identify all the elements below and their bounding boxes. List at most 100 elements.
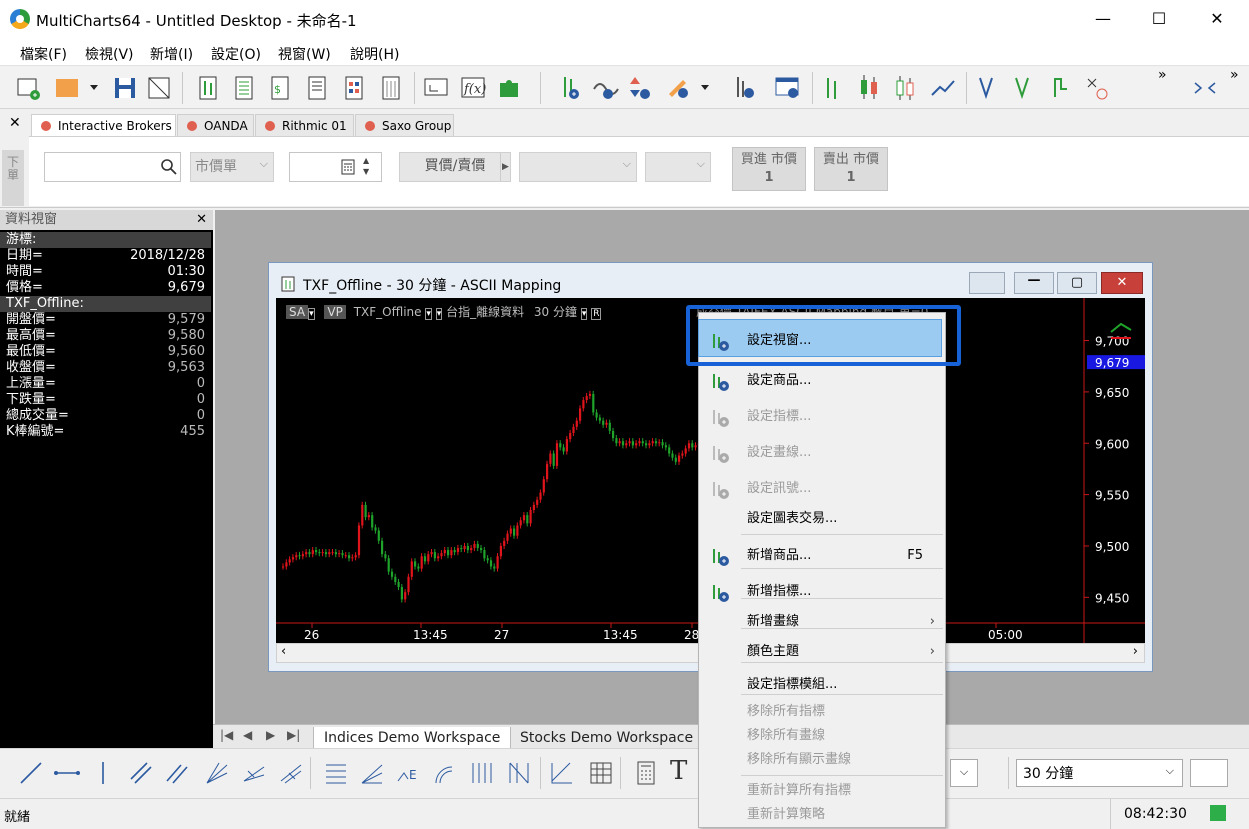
drawing-dropdown-icon[interactable] (699, 83, 711, 93)
last-tab-icon[interactable]: ▶| (287, 728, 300, 742)
candlestick-chart-type-icon[interactable] (854, 72, 884, 102)
toolbar-overflow-button-2[interactable]: » (1230, 67, 1239, 83)
menu-item[interactable]: 新增指標... (699, 577, 945, 607)
data-window-close-icon[interactable]: ✕ (196, 210, 207, 230)
menu-window[interactable]: 視窗(W) (278, 44, 331, 64)
interval-select[interactable]: 30 分鐘 ⌵ (1016, 759, 1183, 787)
chart-minimize-button[interactable]: — (1014, 272, 1054, 294)
power-language-icon[interactable]: f(x) (458, 73, 488, 103)
interval-quantity-input[interactable] (1190, 759, 1228, 787)
insert-indicator-icon[interactable] (590, 73, 620, 103)
tif-select[interactable]: ⌵ (645, 152, 711, 182)
format-window-icon[interactable] (773, 73, 803, 103)
channel-icon[interactable] (127, 759, 155, 787)
bar-chart-type-icon[interactable] (817, 73, 847, 103)
regression-channel-icon[interactable] (548, 759, 576, 787)
parallel-line-icon[interactable] (163, 759, 191, 787)
insert-signal-icon[interactable] (625, 73, 655, 103)
fib-time-zones-icon[interactable] (468, 759, 496, 787)
grid-icon[interactable] (587, 759, 615, 787)
calculator-tool-icon[interactable] (632, 759, 660, 787)
menu-item[interactable]: 設定商品... (699, 366, 945, 396)
insert-symbol-icon[interactable] (556, 73, 586, 103)
menu-item[interactable]: 設定指標... (699, 402, 945, 432)
fib-fan-icon[interactable] (358, 759, 386, 787)
menu-item[interactable]: 移除所有顯示畫線 (699, 748, 945, 772)
puzzle-extension-icon[interactable] (494, 73, 524, 103)
tab-oanda[interactable]: OANDA (177, 114, 254, 136)
order-type-select[interactable]: 市價單 ⌵ (190, 152, 274, 182)
menu-item[interactable]: 新增商品... F5 (699, 541, 945, 571)
fib-extension-icon[interactable]: E (395, 759, 423, 787)
menu-item[interactable]: 設定畫線... (699, 438, 945, 468)
menu-view[interactable]: 檢視(V) (85, 44, 134, 64)
fib-retracement-icon[interactable] (322, 759, 350, 787)
tab-interactive-brokers[interactable]: Interactive Brokers (31, 114, 176, 136)
tab-stocks-workspace[interactable]: Stocks Demo Workspace (510, 727, 703, 749)
menu-item[interactable]: 移除所有畫線 (699, 724, 945, 748)
new-workspace-icon[interactable] (52, 73, 82, 103)
tab-rithmic[interactable]: Rithmic 01 (255, 114, 354, 136)
menu-item[interactable]: 重新計算策略 (699, 803, 945, 827)
menu-item[interactable]: 移除所有指標 (699, 700, 945, 724)
search-icon[interactable] (161, 159, 177, 175)
point-figure-icon[interactable] (972, 73, 1002, 103)
menu-format[interactable]: 設定(O) (211, 44, 261, 64)
scroll-right-icon[interactable]: › (1133, 644, 1138, 659)
calculator-icon[interactable] (341, 159, 355, 175)
bid-ask-button[interactable]: 買價/賣價 ▶ (399, 152, 511, 182)
workspace-dropdown-icon[interactable] (88, 83, 100, 93)
andrews-pitchfork-icon[interactable] (277, 759, 305, 787)
first-tab-icon[interactable]: |◀ (220, 728, 233, 742)
buy-market-button[interactable]: 買進 市價 1 (732, 147, 806, 191)
sell-market-button[interactable]: 賣出 市價 1 (814, 147, 888, 191)
menu-insert[interactable]: 新增(I) (150, 44, 193, 64)
xo-chart-icon[interactable] (1082, 73, 1112, 103)
portfolio-window-icon[interactable] (339, 73, 369, 103)
menu-file[interactable]: 檔案(F) (20, 44, 67, 64)
menu-item[interactable]: 設定圖表交易... (699, 504, 945, 534)
scanner-window-icon[interactable] (229, 73, 259, 103)
notes-window-icon[interactable] (376, 73, 406, 103)
minimize-button[interactable]: — (1080, 0, 1126, 38)
insert-drawing-icon[interactable] (663, 72, 693, 102)
menu-item[interactable]: 新增畫線 › (699, 607, 945, 637)
order-window-icon[interactable] (302, 73, 332, 103)
chart-maximize-button[interactable]: ▢ (1057, 272, 1097, 294)
kagi-icon[interactable] (1045, 73, 1075, 103)
dom-window-icon[interactable]: $ (265, 73, 295, 103)
maximize-button[interactable]: ☐ (1136, 0, 1182, 38)
menu-help[interactable]: 說明(H) (350, 44, 399, 64)
next-tab-icon[interactable]: ▶ (266, 728, 275, 742)
scroll-left-icon[interactable]: ‹ (281, 644, 286, 659)
menu-item[interactable]: 設定指標模組... (699, 670, 945, 700)
trendline-icon[interactable] (17, 759, 45, 787)
save-icon[interactable] (110, 73, 140, 103)
horizontal-line-icon[interactable] (53, 759, 81, 787)
chart-analysis-icon[interactable] (421, 73, 451, 103)
text-tool-icon[interactable]: T (670, 756, 687, 786)
stepper-arrows-icon[interactable]: ▲ ▼ (363, 155, 369, 177)
renko-icon[interactable] (1008, 73, 1038, 103)
close-button[interactable]: ✕ (1194, 0, 1240, 38)
fib-arcs-icon[interactable] (432, 759, 460, 787)
collapse-toolbar-icon[interactable] (1190, 73, 1220, 103)
format-symbol-icon[interactable] (730, 73, 760, 103)
chart-type-dropdown[interactable]: ⌵ (950, 759, 978, 787)
line-chart-type-icon[interactable] (928, 73, 958, 103)
toolbar-overflow-button[interactable]: » (1158, 67, 1167, 83)
account-select[interactable]: ⌵ (519, 152, 637, 182)
time-cycles-icon[interactable] (505, 759, 533, 787)
prev-tab-icon[interactable]: ◀ (243, 728, 252, 742)
chart-window-icon[interactable] (193, 73, 223, 103)
chart-notes-button[interactable] (969, 272, 1005, 294)
speed-lines-icon[interactable] (240, 759, 268, 787)
tab-saxo[interactable]: Saxo Group (355, 114, 454, 136)
order-bar-close-icon[interactable]: ✕ (9, 115, 21, 131)
vertical-line-icon[interactable] (89, 759, 117, 787)
new-chart-icon[interactable] (14, 73, 44, 103)
tab-indices-workspace[interactable]: Indices Demo Workspace (313, 727, 512, 749)
chart-close-button[interactable]: ✕ (1101, 272, 1143, 294)
hollow-candle-type-icon[interactable] (890, 73, 920, 103)
gann-fan-icon[interactable] (203, 759, 231, 787)
